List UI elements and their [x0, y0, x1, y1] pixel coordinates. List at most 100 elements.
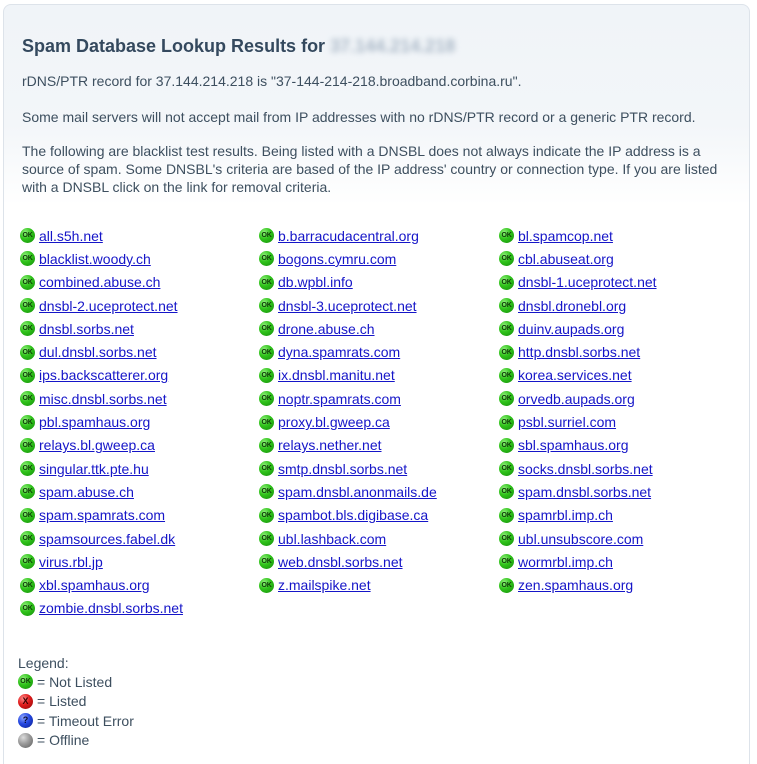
- dnsbl-link[interactable]: blacklist.woody.ch: [39, 251, 151, 267]
- result-item: OK spam.dnsbl.sorbs.net: [499, 480, 657, 503]
- dnsbl-link[interactable]: ix.dnsbl.manitu.net: [278, 367, 395, 383]
- result-item: OK spam.dnsbl.anonmails.de: [259, 480, 437, 503]
- dnsbl-link[interactable]: dnsbl-1.uceprotect.net: [518, 274, 657, 290]
- dnsbl-link[interactable]: xbl.spamhaus.org: [39, 577, 150, 593]
- dnsbl-link[interactable]: dyna.spamrats.com: [278, 344, 400, 360]
- dnsbl-link[interactable]: spam.dnsbl.sorbs.net: [518, 484, 651, 500]
- dnsbl-link[interactable]: relays.nether.net: [278, 437, 382, 453]
- dnsbl-link[interactable]: korea.services.net: [518, 367, 632, 383]
- ok-icon: OK: [259, 321, 274, 337]
- dnsbl-link[interactable]: ubl.lashback.com: [278, 531, 386, 547]
- legend-label: = Offline: [37, 732, 90, 749]
- ok-icon: OK: [259, 554, 274, 570]
- ok-icon: OK: [259, 228, 274, 244]
- dnsbl-link[interactable]: socks.dnsbl.sorbs.net: [518, 461, 653, 477]
- ok-icon: OK: [499, 298, 514, 314]
- ok-icon: OK: [499, 344, 514, 360]
- dnsbl-link[interactable]: proxy.bl.gweep.ca: [278, 414, 390, 430]
- result-item: OK ips.backscatterer.org: [20, 364, 183, 387]
- results-column-2: OK b.barracudacentral.org OK bogons.cymru.c…: [259, 224, 437, 597]
- result-item: OK ubl.lashback.com: [259, 527, 437, 550]
- result-item: OK bl.spamcop.net: [499, 224, 657, 247]
- dnsbl-link[interactable]: z.mailspike.net: [278, 577, 371, 593]
- dnsbl-link[interactable]: dul.dnsbl.sorbs.net: [39, 344, 157, 360]
- ok-icon: OK: [20, 414, 35, 430]
- result-item: OK ubl.unsubscore.com: [499, 527, 657, 550]
- dnsbl-link[interactable]: spamsources.fabel.dk: [39, 531, 175, 547]
- result-item: OK dnsbl.dronebl.org: [499, 294, 657, 317]
- dnsbl-link[interactable]: all.s5h.net: [39, 228, 103, 244]
- dnsbl-link[interactable]: dnsbl.dronebl.org: [518, 298, 626, 314]
- dnsbl-link[interactable]: bl.spamcop.net: [518, 228, 613, 244]
- dnsbl-link[interactable]: noptr.spamrats.com: [278, 391, 401, 407]
- legend-item-offline: = Offline: [18, 731, 134, 751]
- ok-icon: OK: [499, 367, 514, 383]
- dnsbl-link[interactable]: spamrbl.imp.ch: [518, 507, 613, 523]
- ok-icon: OK: [499, 554, 514, 570]
- results-column-1: OK all.s5h.net OK blacklist.woody.ch OK combi…: [20, 224, 183, 620]
- legend-label: = Timeout Error: [37, 712, 134, 729]
- dnsbl-link[interactable]: b.barracudacentral.org: [278, 228, 419, 244]
- result-item: OK socks.dnsbl.sorbs.net: [499, 457, 657, 480]
- dnsbl-link[interactable]: sbl.spamhaus.org: [518, 437, 629, 453]
- ok-icon: OK: [259, 484, 274, 500]
- dnsbl-link[interactable]: singular.ttk.pte.hu: [39, 461, 149, 477]
- dnsbl-link[interactable]: http.dnsbl.sorbs.net: [518, 344, 640, 360]
- result-item: OK dnsbl-3.uceprotect.net: [259, 294, 437, 317]
- dnsbl-link[interactable]: spam.spamrats.com: [39, 507, 165, 523]
- dnsbl-link[interactable]: combined.abuse.ch: [39, 274, 160, 290]
- dnsbl-link[interactable]: dnsbl-3.uceprotect.net: [278, 298, 417, 314]
- result-item: OK drone.abuse.ch: [259, 317, 437, 340]
- result-item: OK relays.bl.gweep.ca: [20, 434, 183, 457]
- ptr-note-text: Some mail servers will not accept mail f…: [22, 109, 696, 125]
- dnsbl-link[interactable]: drone.abuse.ch: [278, 321, 375, 337]
- result-item: OK http.dnsbl.sorbs.net: [499, 340, 657, 363]
- dnsbl-link[interactable]: bogons.cymru.com: [278, 251, 396, 267]
- ok-icon: OK: [20, 484, 35, 500]
- dnsbl-link[interactable]: dnsbl.sorbs.net: [39, 321, 134, 337]
- question-icon: ?: [18, 713, 33, 729]
- dnsbl-link[interactable]: ubl.unsubscore.com: [518, 531, 643, 547]
- dnsbl-link[interactable]: web.dnsbl.sorbs.net: [278, 554, 403, 570]
- result-item: OK misc.dnsbl.sorbs.net: [20, 387, 183, 410]
- dnsbl-link[interactable]: dnsbl-2.uceprotect.net: [39, 298, 178, 314]
- dnsbl-link[interactable]: spambot.bls.digibase.ca: [278, 507, 428, 523]
- ok-icon: OK: [20, 298, 35, 314]
- result-item: OK singular.ttk.pte.hu: [20, 457, 183, 480]
- dnsbl-link[interactable]: wormrbl.imp.ch: [518, 554, 613, 570]
- legend-item-timeout: ? = Timeout Error: [18, 711, 134, 731]
- ok-icon: OK: [499, 484, 514, 500]
- ok-icon: OK: [259, 274, 274, 290]
- dnsbl-link[interactable]: pbl.spamhaus.org: [39, 414, 150, 430]
- ok-icon: OK: [20, 577, 35, 593]
- ok-icon: OK: [20, 251, 35, 267]
- result-item: OK dnsbl.sorbs.net: [20, 317, 183, 340]
- result-item: OK orvedb.aupads.org: [499, 387, 657, 410]
- gray-circle-icon: [18, 732, 33, 748]
- dnsbl-link[interactable]: ips.backscatterer.org: [39, 367, 168, 383]
- ok-icon: OK: [499, 461, 514, 477]
- dnsbl-link[interactable]: relays.bl.gweep.ca: [39, 437, 155, 453]
- dnsbl-link[interactable]: db.wpbl.info: [278, 274, 353, 290]
- dnsbl-link[interactable]: misc.dnsbl.sorbs.net: [39, 391, 167, 407]
- dnsbl-link[interactable]: virus.rbl.jp: [39, 554, 103, 570]
- dnsbl-link[interactable]: cbl.abuseat.org: [518, 251, 614, 267]
- result-item: OK dnsbl-2.uceprotect.net: [20, 294, 183, 317]
- legend-title: Legend:: [18, 655, 69, 671]
- ok-icon: OK: [20, 531, 35, 546]
- dnsbl-link[interactable]: duinv.aupads.org: [518, 321, 624, 337]
- ok-icon: OK: [20, 507, 35, 523]
- result-item: OK psbl.surriel.com: [499, 410, 657, 433]
- x-icon: X: [18, 693, 33, 709]
- result-item: OK db.wpbl.info: [259, 271, 437, 294]
- ok-icon: OK: [499, 437, 514, 453]
- ok-icon: OK: [20, 344, 35, 360]
- dnsbl-link[interactable]: orvedb.aupads.org: [518, 391, 635, 407]
- dnsbl-link[interactable]: spam.abuse.ch: [39, 484, 134, 500]
- dnsbl-link[interactable]: zombie.dnsbl.sorbs.net: [39, 600, 183, 616]
- dnsbl-link[interactable]: smtp.dnsbl.sorbs.net: [278, 461, 407, 477]
- result-item: OK bogons.cymru.com: [259, 247, 437, 270]
- dnsbl-link[interactable]: psbl.surriel.com: [518, 414, 616, 430]
- dnsbl-link[interactable]: spam.dnsbl.anonmails.de: [278, 484, 437, 500]
- dnsbl-link[interactable]: zen.spamhaus.org: [518, 577, 633, 593]
